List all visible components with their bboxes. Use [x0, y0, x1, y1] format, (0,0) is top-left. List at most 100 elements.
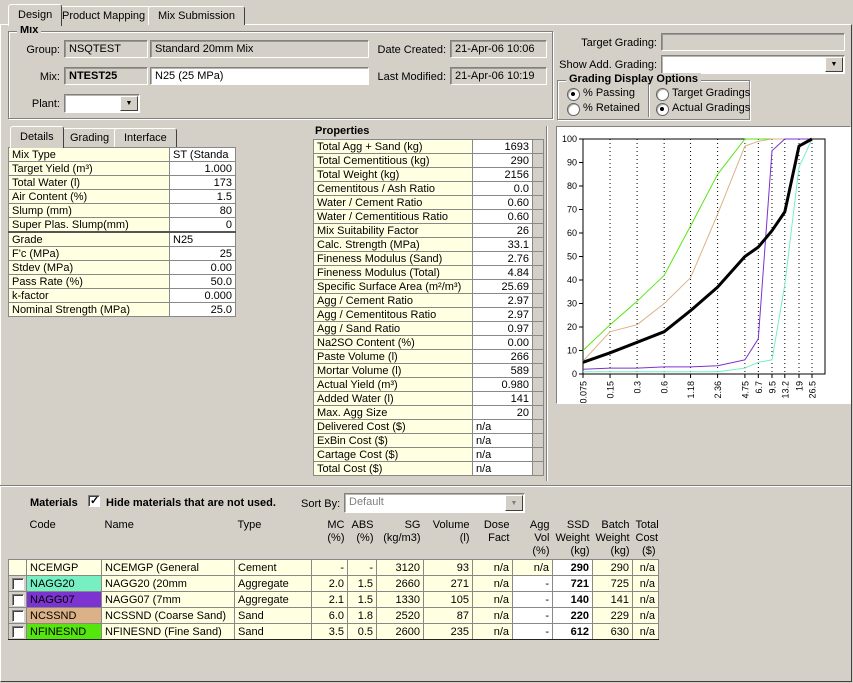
row-value[interactable]: 33.1 [473, 238, 533, 252]
sort-by-dropdown[interactable]: Default ▼ [344, 493, 525, 513]
row-value[interactable]: 0.000 [170, 289, 236, 303]
row-value[interactable]: 0.00 [473, 336, 533, 350]
row-value[interactable]: 0.00 [170, 261, 236, 275]
cell-total_cost[interactable]: n/a [633, 608, 659, 624]
cell-code[interactable]: NCEMGP [27, 560, 102, 576]
row-value[interactable]: 25 [170, 247, 236, 261]
row-value[interactable]: 0.60 [473, 196, 533, 210]
row-value[interactable]: n/a [473, 448, 533, 462]
cell-code[interactable]: NFINESND [27, 624, 102, 640]
cell-code[interactable]: NAGG20 [27, 576, 102, 592]
cell-volume[interactable]: 87 [424, 608, 473, 624]
radio-passing[interactable] [567, 88, 580, 101]
row-value[interactable]: 0 [170, 218, 236, 233]
mix-code-field[interactable]: NTEST25 [64, 67, 148, 85]
cell-selector[interactable] [9, 624, 27, 640]
cell-abs[interactable]: 0.5 [348, 624, 377, 640]
cell-ssd_weight[interactable]: 290 [553, 560, 593, 576]
material-checkbox[interactable] [12, 578, 24, 590]
chevron-down-icon[interactable]: ▼ [825, 57, 843, 72]
row-value[interactable]: 1693 [473, 140, 533, 154]
cell-type[interactable]: Aggregate [235, 592, 312, 608]
cell-total_cost[interactable]: n/a [633, 560, 659, 576]
cell-mc[interactable]: 6.0 [312, 608, 348, 624]
cell-batch_weight[interactable]: 290 [593, 560, 633, 576]
cell-sg[interactable]: 2660 [377, 576, 424, 592]
row-value[interactable]: 1.000 [170, 162, 236, 176]
row-value[interactable]: 173 [170, 176, 236, 190]
cell-batch_weight[interactable]: 630 [593, 624, 633, 640]
row-value[interactable]: 0.980 [473, 378, 533, 392]
tab-grading[interactable]: Grading [60, 128, 119, 147]
cell-agg_vol[interactable]: - [513, 576, 553, 592]
radio-retained[interactable] [567, 103, 580, 116]
cell-sg[interactable]: 2520 [377, 608, 424, 624]
cell-total_cost[interactable]: n/a [633, 592, 659, 608]
row-value[interactable]: 25.0 [170, 303, 236, 317]
plant-dropdown[interactable]: ▼ [64, 94, 140, 113]
cell-abs[interactable]: 1.5 [348, 592, 377, 608]
cell-total_cost[interactable]: n/a [633, 576, 659, 592]
chevron-down-icon[interactable]: ▼ [120, 96, 138, 111]
cell-mc[interactable]: 2.0 [312, 576, 348, 592]
row-value[interactable]: ST (Standa [170, 148, 236, 162]
cell-type[interactable]: Sand [235, 608, 312, 624]
group-code-field[interactable]: NSQTEST [64, 40, 148, 58]
cell-abs[interactable]: - [348, 560, 377, 576]
cell-type[interactable]: Aggregate [235, 576, 312, 592]
material-checkbox[interactable] [12, 610, 24, 622]
cell-sg[interactable]: 1330 [377, 592, 424, 608]
cell-mc[interactable]: - [312, 560, 348, 576]
cell-name[interactable]: NFINESND (Fine Sand) [102, 624, 235, 640]
row-value[interactable]: 25.69 [473, 280, 533, 294]
cell-ssd_weight[interactable]: 721 [553, 576, 593, 592]
radio-target-gradings[interactable] [656, 88, 669, 101]
row-value[interactable]: N25 [170, 232, 236, 247]
cell-batch_weight[interactable]: 229 [593, 608, 633, 624]
row-value[interactable]: 50.0 [170, 275, 236, 289]
tab-details[interactable]: Details [10, 126, 64, 148]
group-description-field[interactable]: Standard 20mm Mix [150, 40, 369, 58]
row-value[interactable]: 141 [473, 392, 533, 406]
material-checkbox[interactable] [12, 626, 24, 638]
row-value[interactable]: 290 [473, 154, 533, 168]
mix-description-field[interactable]: N25 (25 MPa) [150, 67, 369, 85]
row-value[interactable]: 0.60 [473, 210, 533, 224]
cell-mc[interactable]: 2.1 [312, 592, 348, 608]
cell-volume[interactable]: 235 [424, 624, 473, 640]
row-value[interactable]: 2.97 [473, 308, 533, 322]
cell-name[interactable]: NAGG20 (20mm [102, 576, 235, 592]
cell-dose_fact[interactable]: n/a [473, 592, 513, 608]
tab-mix-submission[interactable]: Mix Submission [148, 6, 245, 25]
cell-volume[interactable]: 105 [424, 592, 473, 608]
cell-volume[interactable]: 93 [424, 560, 473, 576]
cell-code[interactable]: NAGG07 [27, 592, 102, 608]
cell-abs[interactable]: 1.5 [348, 576, 377, 592]
cell-ssd_weight[interactable]: 612 [553, 624, 593, 640]
cell-code[interactable]: NCSSND [27, 608, 102, 624]
cell-selector[interactable] [9, 608, 27, 624]
row-value[interactable]: n/a [473, 434, 533, 448]
cell-name[interactable]: NAGG07 (7mm [102, 592, 235, 608]
tab-design[interactable]: Design [8, 4, 62, 26]
cell-agg_vol[interactable]: - [513, 608, 553, 624]
cell-selector[interactable] [9, 576, 27, 592]
cell-total_cost[interactable]: n/a [633, 624, 659, 640]
cell-agg_vol[interactable]: - [513, 624, 553, 640]
cell-sg[interactable]: 3120 [377, 560, 424, 576]
material-checkbox[interactable] [12, 594, 24, 606]
cell-name[interactable]: NCEMGP (General [102, 560, 235, 576]
row-value[interactable]: 2.76 [473, 252, 533, 266]
cell-sg[interactable]: 2600 [377, 624, 424, 640]
cell-selector[interactable] [9, 560, 27, 576]
cell-dose_fact[interactable]: n/a [473, 624, 513, 640]
row-value[interactable]: 20 [473, 406, 533, 420]
tab-product-mapping[interactable]: Product Mapping [52, 6, 155, 25]
cell-dose_fact[interactable]: n/a [473, 608, 513, 624]
row-value[interactable]: 266 [473, 350, 533, 364]
tab-interface[interactable]: Interface [114, 128, 177, 147]
cell-dose_fact[interactable]: n/a [473, 560, 513, 576]
cell-selector[interactable] [9, 592, 27, 608]
cell-batch_weight[interactable]: 141 [593, 592, 633, 608]
row-value[interactable]: n/a [473, 462, 533, 476]
